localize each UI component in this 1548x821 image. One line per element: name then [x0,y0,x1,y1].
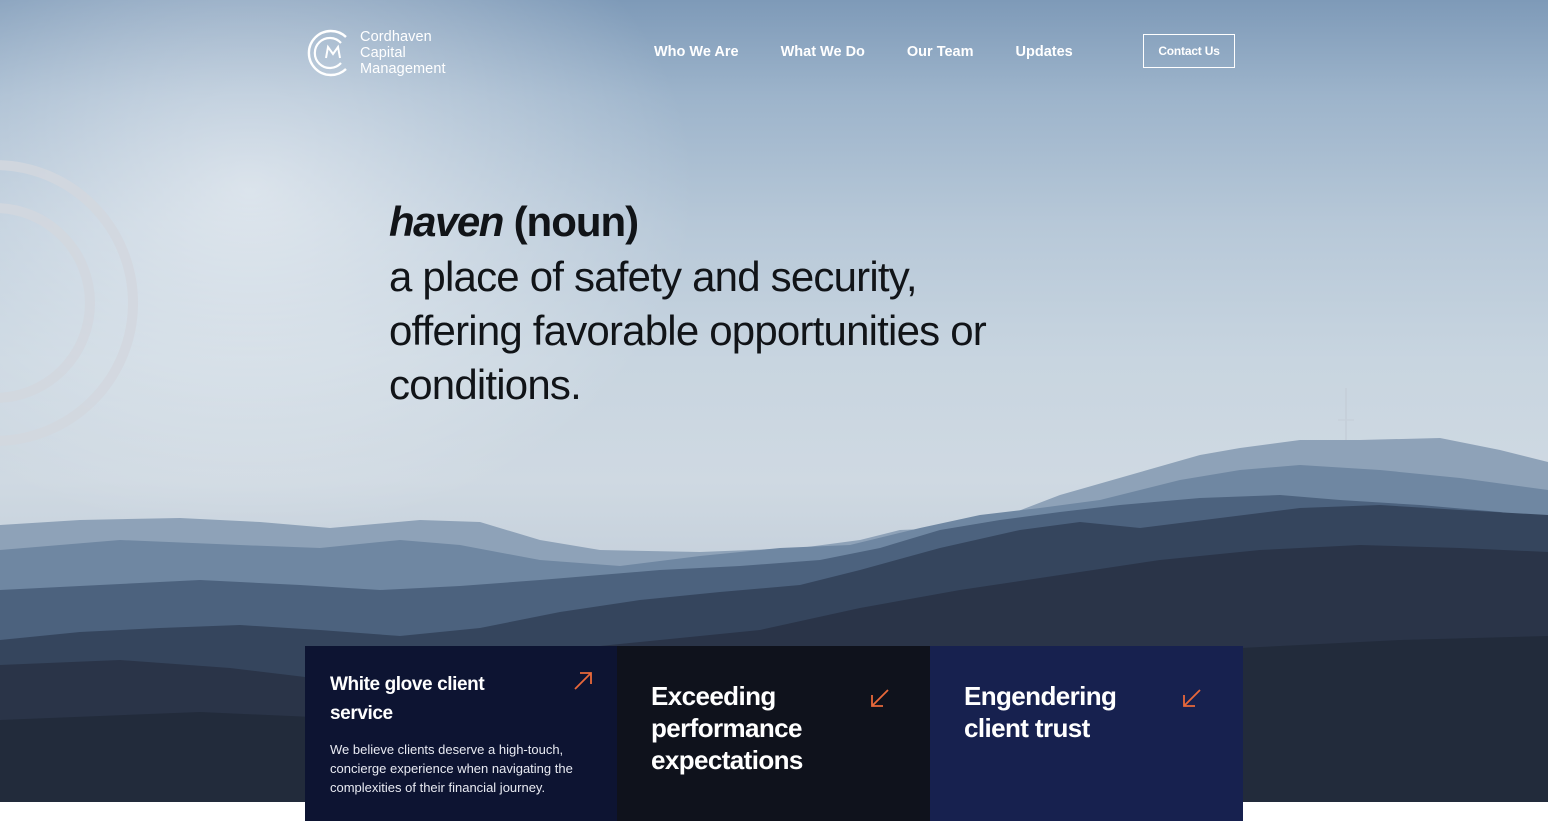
definition-line: a place of safety and security, [389,253,918,300]
arrow-down-left-icon[interactable] [870,688,890,708]
definition-text: a place of safety and security, offering… [389,250,1109,412]
definition-line: offering favorable opportunities or [389,307,987,354]
nav-link-who-we-are[interactable]: Who We Are [654,44,739,60]
brand-name: Cordhaven Capital Management [360,29,446,77]
brand-name-line: Cordhaven [360,29,432,45]
defined-word: haven [389,198,504,245]
definition-line: conditions. [389,361,582,408]
definition-heading: haven (noun) [389,196,1109,248]
card-title: White glove client service [330,674,485,724]
brand-name-line: Capital [360,45,406,61]
part-of-speech: (noun) [513,198,640,245]
cm-logo-icon [307,29,347,77]
card-client-trust[interactable]: Engendering client trust [930,646,1243,821]
hero-definition: haven (noun) a place of safety and secur… [389,196,1109,412]
card-description: We believe clients deserve a high-touch,… [330,742,573,795]
arrow-down-left-icon[interactable] [1182,688,1202,708]
brand-logo[interactable]: Cordhaven Capital Management [306,27,446,79]
brand-name-line: Management [360,61,446,77]
nav-link-updates[interactable]: Updates [1016,44,1073,60]
main-nav: Who We Are What We Do Our Team Updates [654,44,1115,60]
arrow-up-right-icon[interactable] [573,671,593,691]
card-title: Engendering client trust [964,681,1117,743]
nav-link-what-we-do[interactable]: What We Do [781,44,865,60]
card-title: Exceeding performance expectations [651,681,803,775]
card-white-glove[interactable]: White glove client service We believe cl… [305,646,617,821]
nav-link-our-team[interactable]: Our Team [907,44,974,60]
contact-us-button[interactable]: Contact Us [1143,34,1235,68]
card-performance[interactable]: Exceeding performance expectations [617,646,930,821]
decorative-rings-graphic [0,160,138,446]
value-cards: White glove client service We believe cl… [305,646,1243,821]
